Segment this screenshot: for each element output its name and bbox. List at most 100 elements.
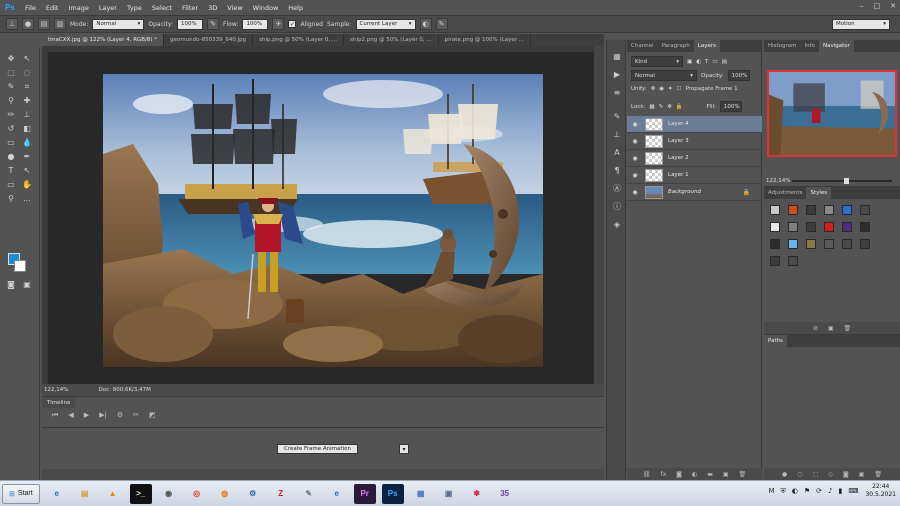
lock-position-icon[interactable]: ✥ xyxy=(667,104,672,110)
style-swatch[interactable] xyxy=(806,205,816,215)
stroke-path-icon[interactable]: ○ xyxy=(797,471,802,478)
unify-position-icon[interactable]: ✥ xyxy=(651,86,656,92)
zoom-slider-handle[interactable] xyxy=(844,178,850,184)
paint-taskbar-icon[interactable]: ✱ xyxy=(466,484,488,504)
workspace-select[interactable]: Motion ▾ xyxy=(832,18,890,30)
filter-smart-icon[interactable]: ▤ xyxy=(722,59,727,65)
new-adjustment-icon[interactable]: ◐ xyxy=(692,471,697,478)
character-panel-icon[interactable]: A xyxy=(611,146,623,158)
tab-channel[interactable]: Channel xyxy=(627,40,658,52)
fill-path-icon[interactable]: ● xyxy=(782,471,787,478)
zoom-level[interactable]: 122,14% xyxy=(44,387,68,393)
brush-preset-icon[interactable]: ● xyxy=(22,18,34,30)
layer-row-layer-4[interactable]: ◉ Layer 4 xyxy=(627,116,762,133)
terminal-taskbar-icon[interactable]: >_ xyxy=(129,483,152,504)
move-tool-icon[interactable]: ✥ xyxy=(4,52,18,65)
lock-pixels-icon[interactable]: ✎ xyxy=(659,104,664,110)
start-button[interactable]: ⊞ Start xyxy=(2,483,40,504)
style-swatch[interactable] xyxy=(788,239,798,249)
quick-select-tool-icon[interactable]: ✎ xyxy=(4,80,18,93)
link-layers-icon[interactable]: ⛓ xyxy=(643,471,651,478)
doc-tab-pirate[interactable]: pirate.png @ 100% (Layer ... xyxy=(439,34,532,46)
tab-layers[interactable]: Layers xyxy=(693,40,720,52)
unify-visibility-icon[interactable]: ◉ xyxy=(659,86,664,92)
doc-tab-geomundo[interactable]: geomundo-850339_640.jpg xyxy=(164,34,254,46)
style-swatch[interactable] xyxy=(842,222,852,232)
visibility-eye-icon[interactable]: ◉ xyxy=(627,189,643,196)
blend-mode-select[interactable]: Normal ▾ xyxy=(631,70,697,81)
style-swatch[interactable] xyxy=(788,205,798,215)
monitor-taskbar-icon[interactable]: ▣ xyxy=(438,484,460,504)
tray-icon[interactable]: ♪ xyxy=(828,487,832,496)
hand-tool-icon[interactable]: ✋ xyxy=(20,178,34,191)
type-tool-icon[interactable]: T xyxy=(4,164,18,177)
propagate-checkbox[interactable]: ☐ xyxy=(677,86,682,92)
mode-select[interactable]: Normal ▾ xyxy=(92,18,145,30)
navigator-zoom-slider[interactable] xyxy=(792,178,892,184)
aligned-checkbox[interactable]: ✓ xyxy=(288,20,297,28)
opacity-input[interactable]: 100% xyxy=(177,18,204,30)
tab-paths[interactable]: Paths xyxy=(764,335,787,347)
menu-window[interactable]: Window xyxy=(248,4,284,12)
airbrush-icon[interactable]: ✈ xyxy=(272,18,285,30)
filter-pixel-icon[interactable]: ▣ xyxy=(687,59,692,65)
blur-tool-icon[interactable]: 💧 xyxy=(20,136,34,149)
style-swatch[interactable] xyxy=(788,256,798,266)
style-swatch[interactable] xyxy=(860,239,870,249)
menu-layer[interactable]: Layer xyxy=(94,4,122,12)
filezilla-taskbar-icon[interactable]: Z xyxy=(270,484,292,504)
menu-file[interactable]: File xyxy=(20,4,41,12)
create-frame-animation-button[interactable]: Create Frame Animation xyxy=(277,444,358,454)
new-layer-icon[interactable]: ▣ xyxy=(723,471,729,478)
glyphs-panel-icon[interactable]: Ⓐ xyxy=(611,182,623,194)
ie-taskbar-icon[interactable]: e xyxy=(46,484,68,504)
photoshop-taskbar-icon[interactable]: Ps xyxy=(381,483,404,504)
more-tools-icon[interactable]: … xyxy=(20,192,34,205)
style-swatch[interactable] xyxy=(770,222,780,232)
layer-row-layer-3[interactable]: ◉ Layer 3 xyxy=(627,133,762,150)
lock-transparent-icon[interactable]: ▦ xyxy=(649,104,654,110)
first-frame-icon[interactable]: ⏮ xyxy=(52,411,58,420)
layer-row-layer-2[interactable]: ◉ Layer 2 xyxy=(627,150,762,167)
fx-icon[interactable]: fx xyxy=(660,471,666,478)
shape-tool-icon[interactable]: ▭ xyxy=(4,178,18,191)
clone-stamp-tool-icon[interactable]: ⊥ xyxy=(20,108,34,121)
screen-mode-icon[interactable]: ▣ xyxy=(20,278,34,291)
menu-edit[interactable]: Edit xyxy=(41,4,64,12)
next-frame-icon[interactable]: ▶| xyxy=(99,411,107,420)
document-canvas[interactable] xyxy=(103,74,543,367)
clone-stamp-tool-icon[interactable]: ⊥ xyxy=(6,18,18,30)
menu-view[interactable]: View xyxy=(222,4,247,12)
layer-opacity-input[interactable]: 100% xyxy=(727,70,750,81)
visibility-eye-icon[interactable]: ◉ xyxy=(627,138,643,145)
menu-filter[interactable]: Filter xyxy=(177,4,203,12)
filter-adjust-icon[interactable]: ◐ xyxy=(696,59,701,65)
timeline-tab[interactable]: Timeline xyxy=(42,397,76,408)
menu-3d[interactable]: 3D xyxy=(203,4,222,12)
minimize-button[interactable]: – xyxy=(860,2,864,10)
marquee-tool-icon[interactable]: ⬚ xyxy=(4,66,18,79)
crop-tool-icon[interactable]: ⌗ xyxy=(20,80,34,93)
visibility-eye-icon[interactable]: ◉ xyxy=(627,121,643,128)
filter-kind-select[interactable]: Kind ▾ xyxy=(631,56,683,67)
brush-panel-icon[interactable]: ▤ xyxy=(38,18,50,30)
firefox-taskbar-icon[interactable]: ◍ xyxy=(214,484,236,504)
clock[interactable]: 22:44 30.5.2021 xyxy=(865,483,896,499)
clone-source-panel-icon[interactable]: ⊥ xyxy=(611,128,623,140)
dodge-tool-icon[interactable]: ● xyxy=(4,150,18,163)
visibility-eye-icon[interactable]: ◉ xyxy=(627,172,643,179)
style-swatch[interactable] xyxy=(860,222,870,232)
style-swatch[interactable] xyxy=(842,239,852,249)
navigator-zoom-value[interactable]: 122,14% xyxy=(766,178,790,184)
filter-type-icon[interactable]: T xyxy=(705,59,708,65)
docs-taskbar-icon[interactable]: ▦ xyxy=(410,484,432,504)
menu-select[interactable]: Select xyxy=(147,4,177,12)
sample-select[interactable]: Current Layer ▾ xyxy=(355,18,416,30)
style-swatch[interactable] xyxy=(824,222,834,232)
vlc-taskbar-icon[interactable]: ▲ xyxy=(102,484,124,504)
pen-tool-icon[interactable]: ✒ xyxy=(20,150,34,163)
add-mask-icon[interactable]: ◙ xyxy=(843,471,849,478)
load-selection-icon[interactable]: ⬚ xyxy=(813,471,819,478)
tab-adjustments[interactable]: Adjustments xyxy=(764,187,806,199)
tray-icon[interactable]: ⟳ xyxy=(816,487,822,496)
